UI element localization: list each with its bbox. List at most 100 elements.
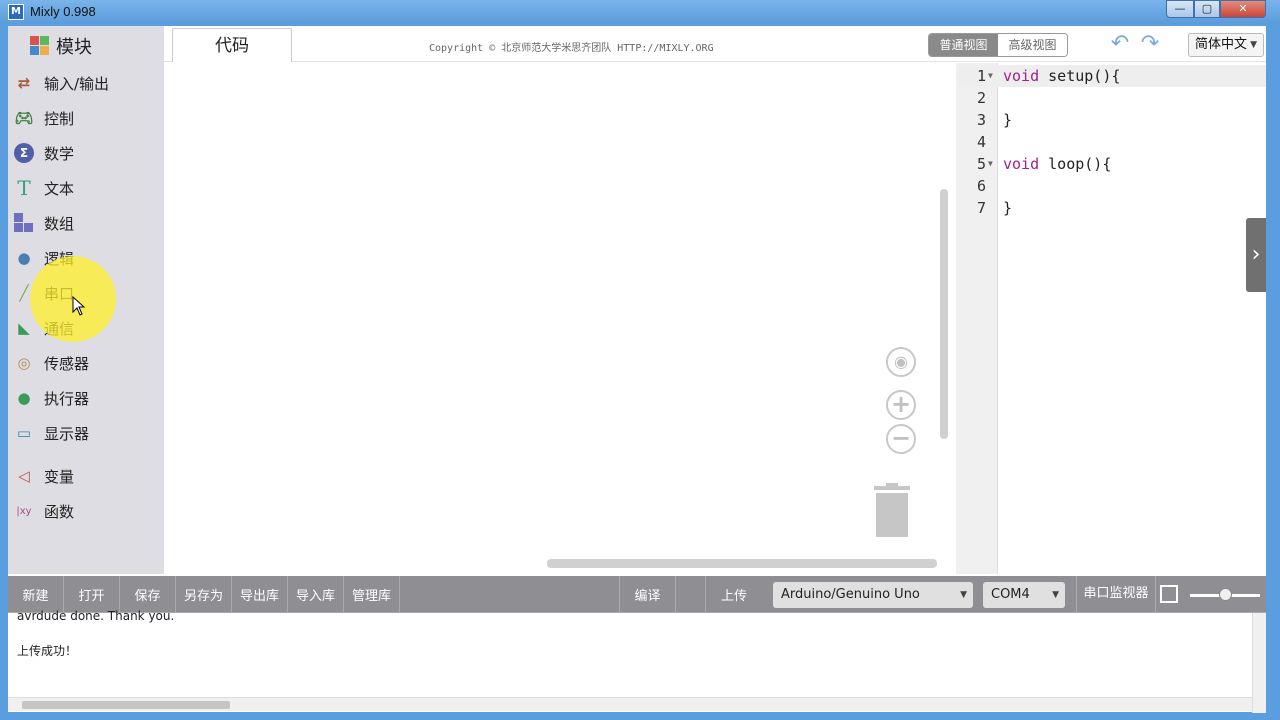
sidebar-item-label: 控制 (44, 109, 75, 128)
new-button[interactable]: 新建 (8, 576, 64, 612)
workspace-vertical-scrollbar[interactable] (940, 189, 948, 439)
block-workspace[interactable]: ◉ + − (164, 63, 956, 574)
code-line: 5 ▼ void loop(){ (976, 153, 1112, 175)
port-value: COM4 (991, 587, 1030, 602)
zoom-in-icon[interactable]: + (886, 390, 916, 420)
title-bar: M Mixly 0.998 — ▢ ✕ (0, 0, 1280, 24)
recenter-icon[interactable]: ◉ (886, 347, 916, 377)
manage-library-button[interactable]: 管理库 (344, 576, 400, 612)
chip-icon[interactable] (1160, 585, 1178, 603)
sidebar-item-math[interactable]: Σ 数学 (14, 140, 74, 166)
lightbulb-icon: ● (17, 249, 31, 267)
blocks-icon (14, 213, 34, 233)
satellite-dish-icon: ◣ (18, 319, 30, 337)
chevron-down-icon: ▼ (1052, 590, 1059, 600)
sidebar-item-label: 函数 (44, 502, 75, 521)
code-editor[interactable]: 1 ▼ void setup(){ 2 3 } 4 5 ▼ void loop(… (956, 63, 1266, 574)
io-arrows-icon: ⇄ (17, 74, 31, 92)
mouse-pointer-icon (72, 295, 86, 316)
save-as-button[interactable]: 另存为 (176, 576, 232, 612)
sidebar-item-actuator[interactable]: ● 执行器 (14, 385, 89, 411)
sidebar-header: 模块 (30, 34, 92, 58)
serial-monitor-button[interactable]: 串口监视器 (1076, 576, 1156, 612)
sidebar-item-text[interactable]: T 文本 (14, 175, 74, 201)
language-select[interactable]: 简体中文 ▼ (1188, 33, 1264, 57)
sidebar-item-label: 输入/输出 (44, 74, 110, 93)
minimize-button[interactable]: — (1166, 0, 1194, 18)
sidebar-item-label: 数组 (44, 214, 75, 233)
close-button[interactable]: ✕ (1220, 0, 1266, 18)
compile-button[interactable]: 编译 (620, 576, 676, 612)
slider-handle[interactable] (1219, 588, 1232, 601)
text-t-icon: T (17, 176, 31, 200)
export-library-button[interactable]: 导出库 (232, 576, 288, 612)
fold-arrow-icon[interactable]: ▼ (988, 153, 993, 175)
bottom-toolbar: 新建 打开 保存 另存为 导出库 导入库 管理库 编译 上传 Arduino/G… (8, 576, 1266, 612)
sidebar-item-label: 数学 (44, 144, 75, 163)
tab-code[interactable]: 代码 (172, 28, 292, 62)
board-value: Arduino/Genuino Uno (781, 587, 920, 602)
sidebar-item-label: 显示器 (44, 424, 90, 443)
sidebar-item-label: 执行器 (44, 389, 90, 408)
language-value: 简体中文 (1195, 37, 1248, 52)
normal-view-button[interactable]: 普通视图 (929, 34, 998, 56)
undo-icon[interactable]: ↶ (1108, 33, 1132, 55)
code-line: 3 } (976, 111, 1013, 129)
sigma-icon: Σ (14, 143, 34, 163)
sidebar-item-sensor[interactable]: ◎ 传感器 (14, 350, 89, 376)
view-mode-toggle: 普通视图 高级视图 (928, 33, 1068, 57)
gamepad-icon: 🎮︎ (14, 109, 34, 127)
console-line: avrdude done. Thank you. (17, 609, 175, 623)
sensor-icon: ◎ (17, 354, 31, 372)
code-line: 6 (976, 177, 986, 195)
top-header-strip: 代码 Copyright © 北京师范大学米思齐团队 HTTP://MIXLY.… (164, 26, 1266, 62)
main-client-area: 模块 ⇄ 输入/输出 🎮︎ 控制 Σ 数学 T 文本 数组 ● ╱ ◣ ◎ 传感… (8, 26, 1266, 713)
puzzle-icon (30, 36, 50, 56)
sidebar-item-display[interactable]: ▭ 显示器 (14, 420, 89, 446)
monitor-icon: ▭ (16, 424, 32, 442)
chevron-right-icon[interactable]: › (1246, 218, 1266, 292)
code-line: 7 } (976, 199, 1013, 217)
advanced-view-button[interactable]: 高级视图 (998, 34, 1067, 56)
chevron-down-icon: ▼ (960, 590, 967, 600)
function-xy-icon: |xy (16, 505, 32, 517)
maximize-button[interactable]: ▢ (1194, 0, 1220, 18)
console-vertical-scrollbar[interactable] (1252, 613, 1266, 713)
redo-icon[interactable]: ↷ (1138, 33, 1162, 55)
console-line: 上传成功！ (17, 644, 78, 658)
sidebar-item-variable[interactable]: ◁ 变量 (14, 463, 74, 489)
sidebar-item-function[interactable]: |xy 函数 (14, 498, 74, 524)
code-line: 1 ▼ void setup(){ (956, 65, 1266, 87)
code-line: 4 (976, 133, 986, 151)
toolbar-divider (676, 576, 706, 612)
sidebar-item-label: 变量 (44, 467, 75, 486)
sidebar-item-label: 文本 (44, 179, 75, 198)
zoom-out-icon[interactable]: − (886, 424, 916, 454)
output-console[interactable]: avrdude done. Thank you. 上传成功！ (8, 609, 1266, 713)
board-select[interactable]: Arduino/Genuino Uno ▼ (773, 582, 973, 608)
sidebar-item-label: 传感器 (44, 354, 90, 373)
variable-icon: ◁ (18, 467, 30, 485)
workspace-horizontal-scrollbar[interactable] (547, 559, 937, 568)
app-logo-icon: M (8, 4, 24, 20)
window-title: Mixly 0.998 (30, 4, 96, 19)
upload-button[interactable]: 上传 (706, 576, 762, 612)
scrollbar-thumb[interactable] (22, 701, 230, 709)
save-button[interactable]: 保存 (120, 576, 176, 612)
sidebar-item-array[interactable]: 数组 (14, 210, 74, 236)
code-line: 2 (976, 89, 986, 107)
import-library-button[interactable]: 导入库 (288, 576, 344, 612)
actuator-icon: ● (17, 389, 31, 407)
sidebar-item-io[interactable]: ⇄ 输入/输出 (14, 70, 109, 96)
open-button[interactable]: 打开 (64, 576, 120, 612)
console-horizontal-scrollbar[interactable] (8, 697, 1252, 711)
trash-icon[interactable] (872, 483, 912, 539)
toolbar-spacer (400, 576, 620, 612)
copyright-text: Copyright © 北京师范大学米思齐团队 HTTP://MIXLY.ORG (429, 43, 714, 54)
port-select[interactable]: COM4 ▼ (983, 582, 1065, 608)
application-window: M Mixly 0.998 — ▢ ✕ 模块 ⇄ 输入/输出 🎮︎ 控制 Σ 数… (0, 0, 1280, 720)
chevron-down-icon: ▼ (1250, 40, 1257, 50)
fold-arrow-icon[interactable]: ▼ (988, 65, 993, 87)
sidebar-title: 模块 (56, 37, 92, 58)
sidebar-item-control[interactable]: 🎮︎ 控制 (14, 105, 74, 131)
